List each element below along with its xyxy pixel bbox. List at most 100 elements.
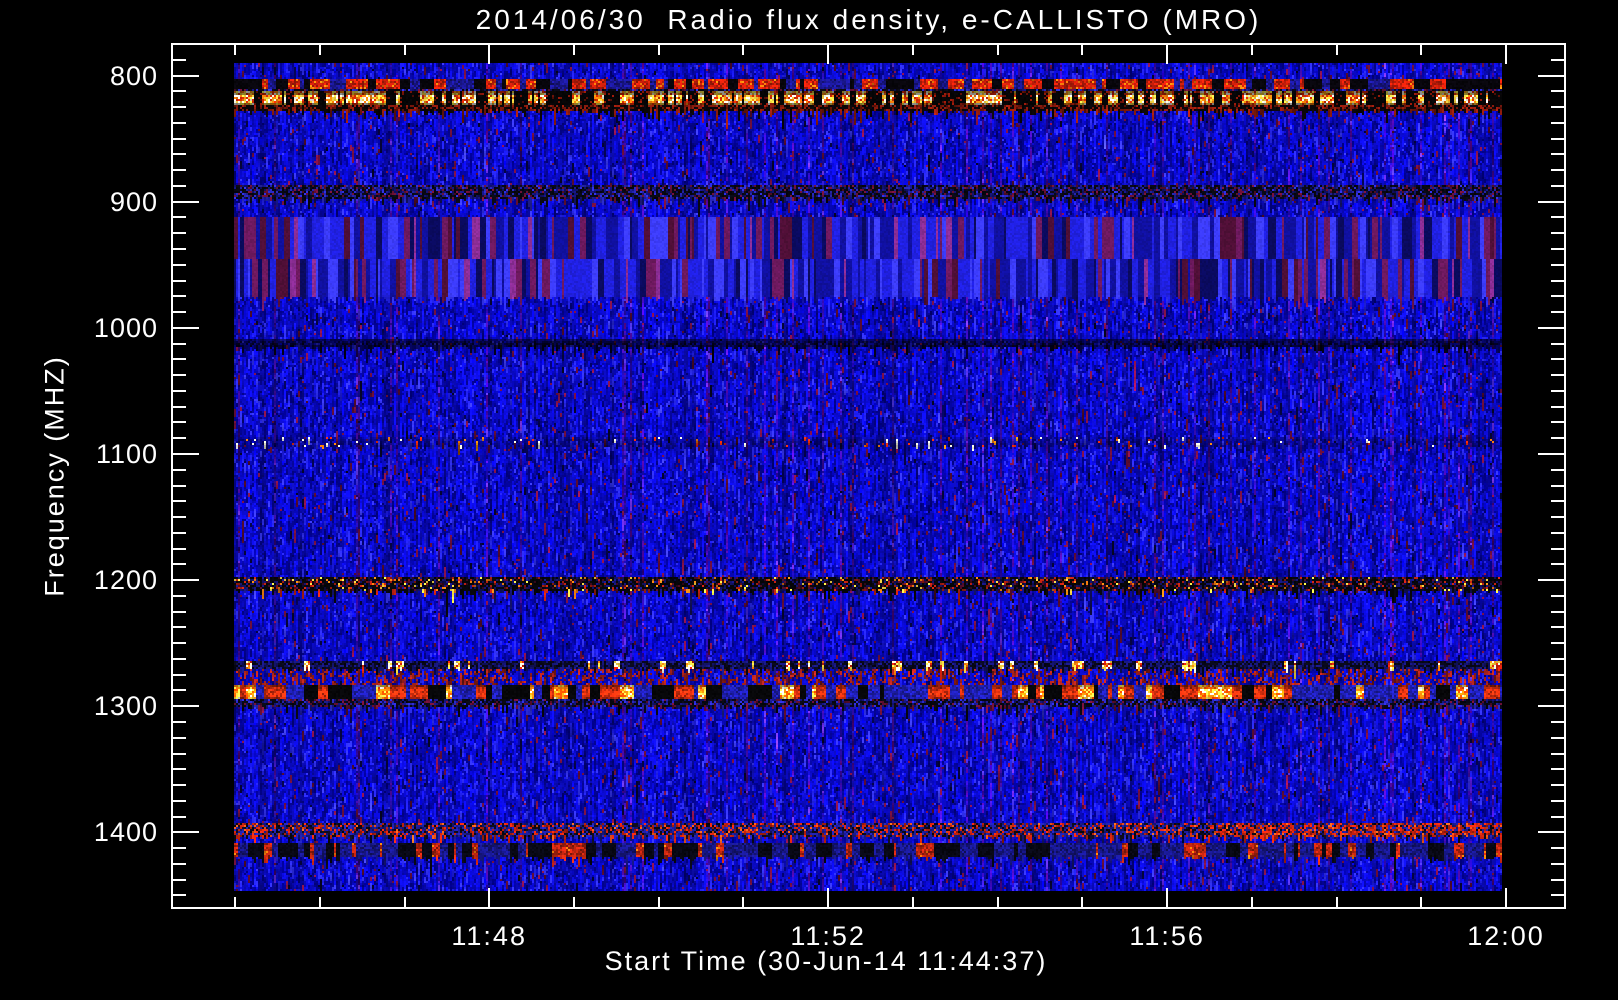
y-axis-tick-right <box>1538 452 1564 455</box>
y-axis-tick-right <box>1551 610 1564 613</box>
y-axis-tick-right <box>1551 563 1564 566</box>
y-axis-tick-right <box>1551 862 1564 865</box>
x-axis-tick-bottom <box>657 897 660 907</box>
y-axis-tick-right <box>1551 374 1564 377</box>
y-axis-tick-left <box>173 342 186 345</box>
y-axis-tick-right <box>1551 137 1564 140</box>
x-axis-tick-top <box>1420 45 1423 55</box>
y-axis-tick-left <box>173 452 199 455</box>
x-axis-tick-top <box>318 45 321 55</box>
x-axis-tick-bottom <box>1505 888 1507 907</box>
y-axis-tick-right <box>1551 516 1564 518</box>
y-axis-tick-left <box>173 847 186 850</box>
y-axis-tick-right <box>1551 894 1564 897</box>
x-axis-tick-bottom <box>827 888 830 907</box>
y-axis-tick-right <box>1538 579 1564 582</box>
y-axis-tick-left <box>173 579 199 582</box>
y-tick-label: 1100 <box>95 438 158 469</box>
x-axis-tick-bottom <box>996 897 999 907</box>
y-axis-tick-left <box>173 311 186 313</box>
y-axis-tick-right <box>1551 232 1564 235</box>
y-axis-tick-right <box>1551 216 1564 219</box>
x-tick-label: 11:48 <box>451 921 527 951</box>
y-axis-tick-right <box>1551 531 1564 534</box>
y-axis-tick-right <box>1551 405 1564 408</box>
x-axis-tick-top <box>403 45 406 55</box>
y-axis-tick-right <box>1551 847 1564 850</box>
y-axis-tick-right <box>1551 689 1564 692</box>
y-axis-tick-left <box>173 74 199 77</box>
y-axis-tick-right <box>1551 121 1564 124</box>
y-axis-tick-left <box>173 200 199 203</box>
y-tick-label: 800 <box>109 60 158 91</box>
y-axis-tick-left <box>173 437 186 440</box>
y-axis-tick-right <box>1551 752 1564 755</box>
y-tick-label: 900 <box>109 186 158 217</box>
y-axis-tick-left <box>173 184 186 187</box>
y-axis-tick-left <box>173 878 186 881</box>
y-axis-tick-right <box>1551 799 1564 802</box>
x-axis-tick-top <box>742 45 745 55</box>
y-axis-tick-right <box>1551 106 1564 108</box>
y-axis-tick-left <box>173 90 186 93</box>
x-axis-tick-top <box>1335 45 1338 55</box>
y-axis-tick-left <box>173 689 186 692</box>
y-axis-tick-left <box>173 768 186 771</box>
y-axis-tick-right <box>1551 358 1564 361</box>
y-axis-tick-left <box>173 169 186 172</box>
x-axis-tick-bottom <box>911 897 914 907</box>
x-axis-tick-top <box>996 45 999 55</box>
y-axis-tick-left <box>173 358 186 361</box>
y-axis-tick-right <box>1538 705 1564 708</box>
x-axis-tick-bottom <box>742 897 745 907</box>
y-axis-tick-left <box>173 516 186 518</box>
y-axis-tick-right <box>1551 468 1564 471</box>
x-axis-tick-bottom <box>403 897 406 907</box>
y-axis-tick-left <box>173 563 186 566</box>
y-axis-tick-left <box>173 815 186 818</box>
x-axis-tick-top <box>234 45 236 55</box>
y-axis-tick-right <box>1551 389 1564 392</box>
y-axis-tick-right <box>1551 311 1564 313</box>
y-axis-tick-right <box>1538 74 1564 77</box>
y-axis-tick-left <box>173 295 186 298</box>
y-axis-tick-right <box>1551 184 1564 187</box>
y-axis-tick-right <box>1551 58 1564 61</box>
y-axis-tick-left <box>173 831 199 834</box>
plot-frame <box>171 43 1566 909</box>
y-axis-tick-right <box>1551 90 1564 93</box>
y-tick-label: 1300 <box>93 691 158 722</box>
y-axis-tick-left <box>173 642 186 645</box>
y-axis-tick-right <box>1551 673 1564 676</box>
x-axis-tick-top <box>911 45 914 55</box>
y-axis-tick-right <box>1551 657 1564 660</box>
y-axis-tick-right <box>1551 547 1564 550</box>
y-axis-tick-left <box>173 421 186 424</box>
y-axis-tick-right <box>1551 768 1564 771</box>
y-axis-tick-right <box>1551 878 1564 881</box>
y-axis-tick-right <box>1551 295 1564 298</box>
y-axis-tick-left <box>173 657 186 660</box>
y-axis-tick-left <box>173 106 186 108</box>
x-axis-tick-bottom <box>318 897 321 907</box>
y-axis-tick-right <box>1538 326 1564 329</box>
x-axis-tick-bottom <box>488 888 491 907</box>
y-axis-tick-right <box>1551 626 1564 629</box>
y-axis-tick-left <box>173 263 186 266</box>
spectrogram-page: 2014/06/30 Radio flux density, e-CALLIST… <box>0 0 1618 1000</box>
y-axis-tick-right <box>1538 200 1564 203</box>
y-axis-tick-left <box>173 531 186 534</box>
y-axis-tick-left <box>173 247 186 250</box>
x-axis-tick-top <box>1166 45 1169 64</box>
y-axis-tick-right <box>1551 784 1564 786</box>
y-axis-tick-left <box>173 153 186 156</box>
x-axis-tick-top <box>1250 45 1253 55</box>
y-axis-tick-left <box>173 232 186 235</box>
x-axis-tick-top <box>488 45 491 64</box>
x-axis-tick-top <box>1505 45 1507 64</box>
x-tick-label: 11:56 <box>1129 921 1205 951</box>
y-axis-tick-right <box>1551 279 1564 282</box>
y-axis-tick-right <box>1551 421 1564 424</box>
y-axis-tick-right <box>1551 342 1564 345</box>
y-axis-tick-right <box>1538 831 1564 834</box>
